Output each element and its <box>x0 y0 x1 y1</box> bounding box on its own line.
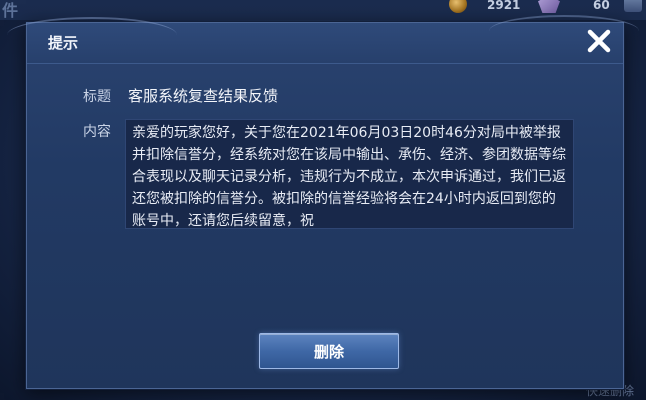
coin-count: 2921 <box>487 0 521 12</box>
top-hud-bar: 件 2921 60 <box>0 0 646 20</box>
subject-value: 客服系统复查结果反馈 <box>128 87 279 105</box>
subject-label: 标题 <box>83 89 111 105</box>
dialog-header: 提示 <box>7 15 639 64</box>
gem-icon <box>538 0 560 13</box>
notice-dialog: 提示 标题 客服系统复查结果反馈 内容 亲爱的玩家您好，关于您在2021年06月… <box>7 15 639 389</box>
content-label: 内容 <box>83 124 111 140</box>
coin-icon <box>449 0 467 13</box>
gem-count: 60 <box>593 0 610 12</box>
dialog-title: 提示 <box>48 34 79 52</box>
message-content-text: 亲爱的玩家您好，关于您在2021年06月03日20时46分对局中被举报并扣除信誉… <box>132 125 566 229</box>
message-content-box[interactable]: 亲爱的玩家您好，关于您在2021年06月03日20时46分对局中被举报并扣除信誉… <box>125 119 574 229</box>
close-icon <box>587 29 611 53</box>
hud-left-label: 件 <box>2 1 19 20</box>
decorative-swirl-left <box>7 17 177 53</box>
close-button[interactable] <box>581 23 617 59</box>
delete-button[interactable]: 删除 <box>259 333 399 369</box>
menu-icon[interactable] <box>624 0 642 12</box>
